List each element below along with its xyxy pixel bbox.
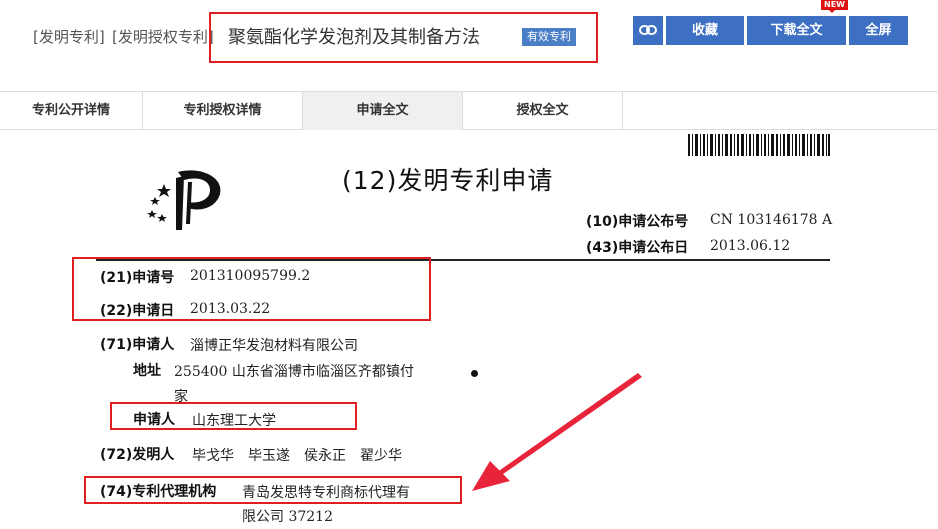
patent-title: 聚氨酯化学发泡剂及其制备方法 (228, 27, 480, 48)
tab-grant-details[interactable]: 专利授权详情 (143, 92, 303, 130)
inventor-label: (72)发明人 (100, 447, 175, 463)
download-fulltext-button[interactable]: 下载全文 (747, 16, 846, 45)
copy-link-button[interactable] (633, 16, 663, 45)
barcode-icon (688, 134, 830, 156)
applicant2-value: 山东理工大学 (192, 413, 276, 429)
inventor-value: 毕戈华 毕玉遂 侯永正 翟少华 (192, 448, 402, 464)
agency-label: (74)专利代理机构 (100, 484, 217, 500)
app-date-value: 2013.03.22 (190, 301, 271, 317)
app-date-label: (22)申请日 (100, 303, 175, 319)
address-label: 地址 (133, 363, 161, 379)
link-icon (639, 25, 657, 35)
tab-application-fulltext[interactable]: 申请全文 (303, 92, 463, 130)
annotation-arrow-icon (472, 373, 642, 491)
patent-type-tag: [发明专利] (33, 28, 105, 46)
tab-bar: 专利公开详情 专利授权详情 申请全文 授权全文 (0, 91, 938, 130)
tab-grant-fulltext[interactable]: 授权全文 (463, 92, 623, 130)
agency-line2: 限公司 37212 (242, 509, 333, 525)
pub-date-value: 2013.06.12 (710, 238, 791, 254)
applicant-value: 淄博正华发泡材料有限公司 (190, 338, 358, 354)
app-no-value: 201310095799.2 (190, 268, 311, 284)
address-line1: 255400 山东省淄博市临淄区齐都镇付 (174, 364, 414, 380)
document-title: (12)发明专利申请 (342, 166, 554, 195)
status-badge: 有效专利 (522, 28, 576, 46)
pub-no-value: CN 103146178 A (710, 212, 833, 228)
applicant2-label: 申请人 (133, 412, 175, 428)
new-badge: NEW (821, 0, 848, 13)
fullscreen-button[interactable]: 全屏 (849, 16, 908, 45)
patent-office-logo (147, 170, 221, 230)
agency-line1: 青岛发思特专利商标代理有 (242, 485, 410, 501)
applicant-label: (71)申请人 (100, 337, 175, 353)
patent-document: (12)发明专利申请 (10)申请公布号 CN 103146178 A (43)… (0, 131, 938, 529)
patent-grant-tag: [发明授权专利] (112, 28, 214, 46)
app-no-label: (21)申请号 (100, 270, 175, 286)
pub-no-label: (10)申请公布号 (586, 214, 689, 230)
tab-publication-details[interactable]: 专利公开详情 (0, 92, 143, 130)
pub-date-label: (43)申请公布日 (586, 240, 689, 256)
patent-header: [发明专利] [发明授权专利] 聚氨酯化学发泡剂及其制备方法 有效专利 收藏 下… (0, 0, 938, 90)
favorite-button[interactable]: 收藏 (666, 16, 744, 45)
